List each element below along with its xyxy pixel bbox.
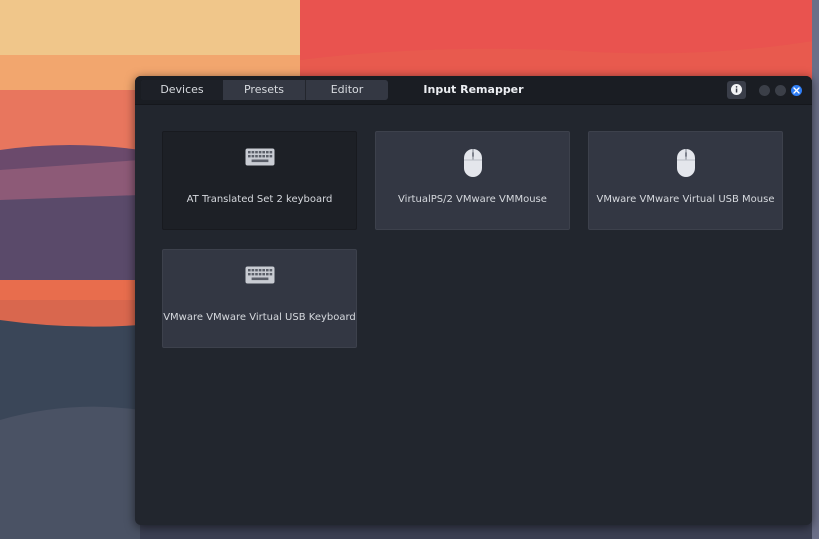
device-label: VMware VMware Virtual USB Keyboard [163, 312, 356, 323]
device-label: VirtualPS/2 VMware VMMouse [398, 194, 547, 205]
mouse-icon [676, 149, 695, 177]
maximize-button[interactable] [775, 85, 786, 96]
tab-devices[interactable]: Devices [141, 80, 223, 100]
device-card-usb-mouse[interactable]: VMware VMware Virtual USB Mouse [588, 131, 783, 230]
keyboard-icon [245, 148, 274, 166]
info-button[interactable] [727, 81, 746, 99]
mouse-icon [463, 149, 482, 177]
tab-editor[interactable]: Editor [305, 80, 388, 100]
device-card-at-keyboard[interactable]: AT Translated Set 2 keyboard [162, 131, 357, 230]
app-window: Devices Presets Editor Input Remapper AT… [135, 76, 812, 525]
device-label: VMware VMware Virtual USB Mouse [596, 194, 775, 205]
title-bar: Devices Presets Editor Input Remapper [135, 76, 812, 105]
tab-bar: Devices Presets Editor [141, 80, 388, 100]
device-card-vmmouse[interactable]: VirtualPS/2 VMware VMMouse [375, 131, 570, 230]
devices-grid: AT Translated Set 2 keyboard VirtualPS/2… [135, 105, 812, 525]
info-icon [731, 84, 742, 95]
tab-presets[interactable]: Presets [223, 80, 305, 100]
device-card-usb-keyboard[interactable]: VMware VMware Virtual USB Keyboard [162, 249, 357, 348]
device-label: AT Translated Set 2 keyboard [186, 194, 333, 205]
keyboard-icon [245, 266, 274, 284]
close-icon [793, 87, 800, 94]
minimize-button[interactable] [759, 85, 770, 96]
close-button[interactable] [791, 85, 802, 96]
